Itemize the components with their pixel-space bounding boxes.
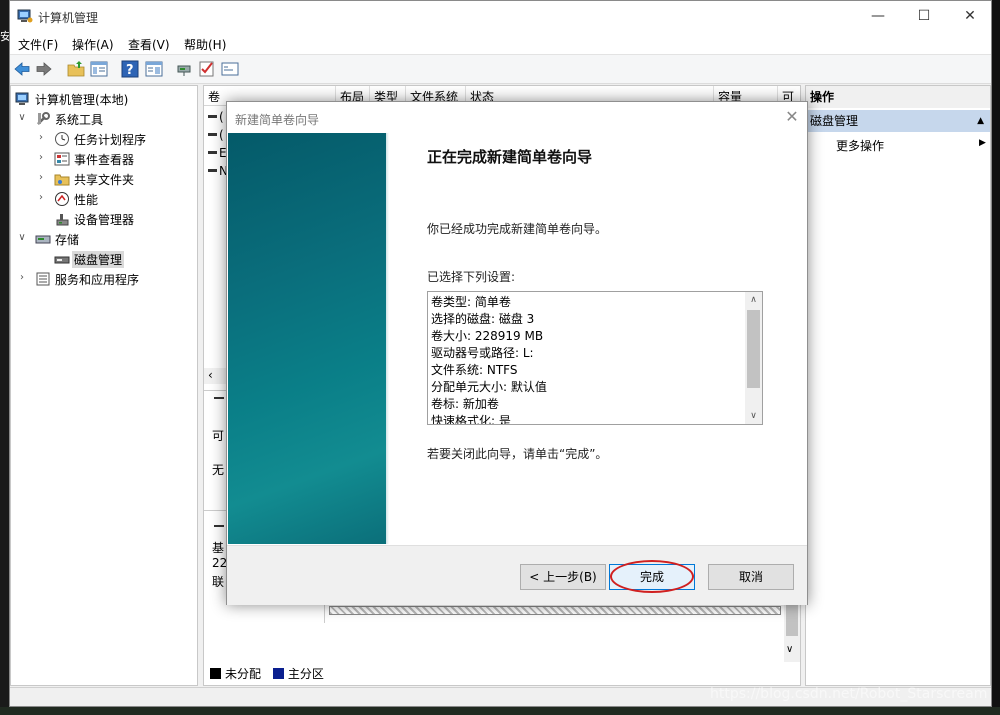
toolbar: ?: [10, 55, 991, 84]
clock-icon: [54, 131, 70, 147]
collapsed-chevron-icon[interactable]: ›: [36, 172, 46, 184]
window-title: 计算机管理: [38, 11, 99, 25]
check-task-icon[interactable]: [198, 60, 216, 78]
legend-label: 主分区: [287, 667, 324, 681]
settings-label: 已选择下列设置:: [427, 270, 516, 284]
collapsed-chevron-icon[interactable]: ›: [36, 152, 46, 164]
tree-label: 性能: [74, 193, 99, 207]
tree-label: 计算机管理(本地): [35, 93, 129, 107]
svg-text:?: ?: [126, 63, 134, 78]
menu-file[interactable]: 文件(F): [18, 36, 58, 53]
scroll-left-icon[interactable]: ‹: [208, 368, 213, 382]
title-bar[interactable]: 计算机管理 — ☐ ✕: [10, 1, 991, 32]
show-hide-tree-icon[interactable]: [90, 60, 108, 78]
forward-arrow-icon[interactable]: [35, 60, 53, 78]
tree-label: 共享文件夹: [74, 173, 135, 187]
properties-pane-icon[interactable]: [145, 60, 163, 78]
actions-section-disk-management[interactable]: 磁盘管理 ▲: [806, 110, 990, 132]
collapsed-chevron-icon[interactable]: ›: [36, 192, 46, 204]
desktop-bottom-edge: [0, 707, 1000, 715]
tree-label: 服务和应用程序: [55, 273, 140, 287]
tree-label: 任务计划程序: [74, 133, 147, 147]
maximize-button[interactable]: ☐: [901, 1, 947, 32]
minimize-button[interactable]: —: [855, 1, 901, 32]
disk-info-fragment: 可: [212, 429, 225, 443]
settings-scrollbar[interactable]: ∧ ∨: [745, 292, 762, 424]
device-manager-icon: [54, 211, 70, 227]
tools-icon: [35, 111, 51, 127]
back-button[interactable]: < 上一步(B): [520, 564, 606, 590]
scroll-down-icon[interactable]: ∨: [786, 644, 793, 655]
dialog-close-button[interactable]: ✕: [778, 105, 806, 129]
disk-info-fragment: 无: [212, 463, 225, 477]
wizard-success-text: 你已经成功完成新建简单卷向导。: [427, 222, 608, 236]
setting-line: 文件系统: NTFS: [431, 363, 518, 377]
wizard-banner-edge: [386, 133, 389, 544]
new-simple-volume-wizard: 新建简单卷向导 ✕ 正在完成新建简单卷向导 你已经成功完成新建简单卷向导。 已选…: [226, 101, 808, 605]
tree-label: 存储: [55, 233, 80, 247]
settings-summary-box[interactable]: 卷类型: 简单卷 选择的磁盘: 磁盘 3 卷大小: 228919 MB 驱动器号…: [427, 291, 763, 425]
computer-management-icon: [17, 8, 33, 24]
actions-header: 操作: [806, 86, 990, 108]
actions-pane: 操作 磁盘管理 ▲ 更多操作 ▶: [805, 85, 991, 686]
menu-view[interactable]: 查看(V): [128, 36, 170, 53]
menu-help[interactable]: 帮助(H): [184, 36, 226, 53]
collapsed-chevron-icon[interactable]: ›: [36, 132, 46, 144]
wizard-heading: 正在完成新建简单卷向导: [427, 148, 593, 166]
up-folder-icon[interactable]: [67, 60, 85, 78]
connect-disk-icon[interactable]: [175, 60, 193, 78]
back-arrow-icon[interactable]: [13, 60, 31, 78]
tree-label: 磁盘管理: [72, 251, 125, 268]
settings-scroll-thumb[interactable]: [747, 310, 760, 388]
menu-bar: 文件(F) 操作(A) 查看(V) 帮助(H): [10, 32, 991, 55]
legend-label: 未分配: [225, 667, 262, 681]
setting-line: 快速格式化: 是: [431, 414, 511, 425]
expanded-chevron-icon[interactable]: ∨: [17, 112, 27, 124]
close-hint-text: 若要关闭此向导，请单击“完成”。: [427, 447, 608, 461]
disk-management-icon: [54, 251, 70, 267]
legend-swatch-primary: [272, 668, 284, 679]
settings-lines: 卷类型: 简单卷 选择的磁盘: 磁盘 3 卷大小: 228919 MB 驱动器号…: [431, 294, 743, 425]
cancel-button[interactable]: 取消: [708, 564, 794, 590]
setting-line: 卷标: 新加卷: [431, 397, 499, 411]
scroll-down-icon[interactable]: ∨: [745, 408, 762, 424]
computer-management-icon: [15, 91, 31, 107]
disk-label-fragment: 基: [212, 541, 225, 555]
wizard-footer: < 上一步(B) 完成 取消: [227, 545, 807, 605]
console-window-icon[interactable]: [221, 60, 239, 78]
disk-size-fragment: 22: [212, 556, 228, 570]
setting-line: 分配单元大小: 默认值: [431, 380, 547, 394]
setting-line: 选择的磁盘: 磁盘 3: [431, 312, 535, 326]
more-actions-item[interactable]: 更多操作 ▶: [836, 137, 986, 154]
finish-button[interactable]: 完成: [609, 564, 695, 590]
tree-label: 系统工具: [55, 113, 104, 127]
setting-line: 驱动器号或路径: L:: [431, 346, 534, 360]
legend-swatch-unallocated: [210, 668, 221, 679]
storage-icon: [35, 231, 51, 247]
shared-folder-icon: [54, 171, 70, 187]
desktop-right-edge: [992, 0, 1000, 715]
services-icon: [35, 271, 51, 287]
tree-label: 事件查看器: [74, 153, 135, 167]
expanded-chevron-icon[interactable]: ∨: [17, 232, 27, 244]
setting-line: 卷大小: 228919 MB: [431, 329, 544, 343]
event-log-icon: [54, 151, 70, 167]
collapsed-chevron-icon[interactable]: ›: [17, 272, 27, 284]
disk-status-fragment: 联: [212, 575, 225, 589]
watermark: https://blog.csdn.net/Robot_Starscream: [710, 686, 988, 702]
partition-legend: 未分配 主分区: [210, 665, 324, 683]
unallocated-partition[interactable]: [329, 606, 781, 615]
setting-line: 卷类型: 简单卷: [431, 295, 511, 309]
help-icon[interactable]: ?: [121, 60, 139, 78]
menu-action[interactable]: 操作(A): [72, 36, 114, 53]
navigation-tree: 计算机管理(本地) ∨ 系统工具 › 任务计划程序 › 事件查看器 › 共享文件…: [10, 85, 198, 686]
dialog-title: 新建简单卷向导: [235, 113, 320, 127]
scroll-up-icon[interactable]: ∧: [745, 292, 762, 308]
close-button[interactable]: ✕: [947, 1, 991, 32]
wizard-banner-image: [228, 133, 386, 544]
performance-icon: [54, 191, 70, 207]
submenu-arrow-icon: ▶: [979, 138, 986, 148]
collapse-arrow-icon[interactable]: ▲: [977, 110, 984, 132]
tree-label: 设备管理器: [74, 213, 135, 227]
